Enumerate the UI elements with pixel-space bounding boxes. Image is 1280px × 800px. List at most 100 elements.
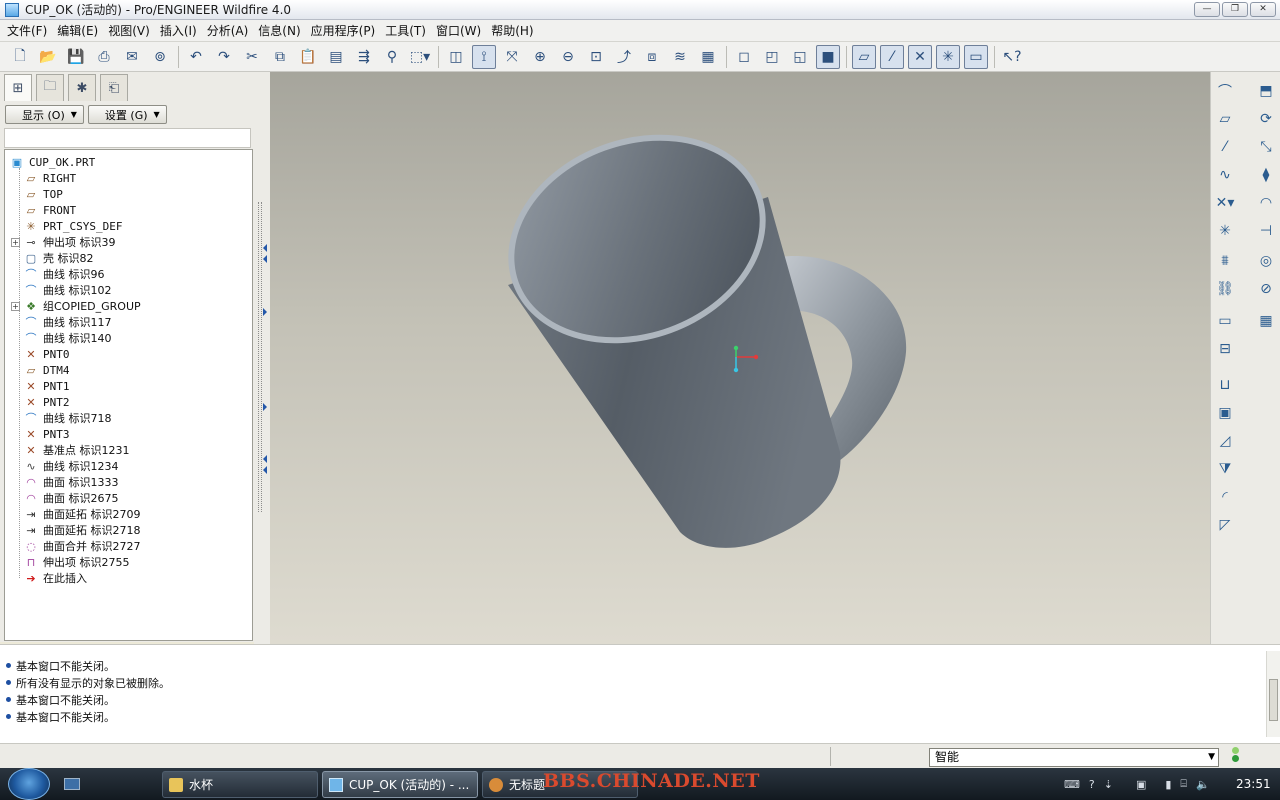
annotations-icon[interactable]: ▭ — [964, 44, 988, 69]
collapse-left-icon[interactable] — [263, 455, 267, 463]
note-tool-icon[interactable]: ▭ — [1214, 310, 1236, 332]
layout-tool-icon[interactable]: ⊟ — [1214, 338, 1236, 360]
folder-browser-tab-icon[interactable]: 🗀 — [36, 74, 64, 101]
show-desktop-icon[interactable] — [64, 774, 82, 794]
menu-insert[interactable]: 插入(I) — [157, 22, 204, 39]
datum-axis-tool-icon[interactable]: ⁄ — [1214, 136, 1236, 158]
pattern-icon[interactable]: ▦ — [1255, 310, 1277, 332]
select-box-icon[interactable]: ⬚▾ — [408, 45, 432, 69]
trim-icon[interactable]: ◎ — [1255, 250, 1277, 272]
network-icon[interactable]: ▣ — [1136, 778, 1146, 791]
taskbar-proe-button[interactable]: CUP_OK (活动的) - ... — [322, 771, 478, 798]
tree-item[interactable]: ◠ 曲面 标识1333 — [11, 474, 118, 490]
layers-icon[interactable]: ≋ — [668, 45, 692, 69]
menu-analysis[interactable]: 分析(A) — [204, 22, 256, 39]
tree-item[interactable]: ✕ PNT1 — [11, 378, 69, 394]
wireframe-icon[interactable]: ◻ — [732, 45, 756, 69]
devices-icon[interactable]: ⌸ — [1180, 777, 1187, 791]
mirror-icon[interactable]: ⊣ — [1255, 220, 1277, 242]
tree-item[interactable]: ⌒ 曲线 标识96 — [11, 266, 105, 282]
tree-item[interactable]: ⌒ 曲线 标识102 — [11, 282, 112, 298]
expand-toggle-icon[interactable]: + — [11, 237, 20, 247]
scrollbar-thumb[interactable] — [1269, 679, 1278, 721]
expand-toggle-icon[interactable]: + — [11, 301, 20, 311]
tree-item[interactable]: + ❖ 组COPIED_GROUP — [11, 298, 141, 314]
close-button[interactable]: ✕ — [1250, 2, 1276, 17]
orient-mode-icon[interactable]: ⤧ — [500, 45, 524, 69]
tree-item[interactable]: ✕ 基准点 标识1231 — [11, 442, 129, 458]
maximize-button[interactable]: ❐ — [1222, 2, 1248, 17]
shell-tool-icon[interactable]: ▣ — [1214, 402, 1236, 424]
merge-tool-icon[interactable]: ⊘ — [1255, 278, 1277, 300]
help-icon[interactable]: ? — [1089, 778, 1095, 791]
settings-dropdown[interactable]: 设置 (G) ▼ — [87, 105, 167, 124]
taskbar-folder-button[interactable]: 水杯 — [162, 771, 318, 798]
menu-view[interactable]: 视图(V) — [105, 22, 157, 39]
tree-item[interactable]: ▱ RIGHT — [11, 170, 76, 186]
email-icon[interactable]: ✉ — [120, 45, 144, 69]
save-icon[interactable]: 💾 — [64, 45, 88, 69]
print-icon[interactable]: ⎙ — [92, 45, 116, 69]
zoom-in-icon[interactable]: ⊕ — [528, 45, 552, 69]
tree-item[interactable]: ✳ PRT_CSYS_DEF — [11, 218, 122, 234]
model-tree-tab-icon[interactable]: ⊞ — [4, 74, 32, 101]
refit-icon[interactable]: ⊡ — [584, 45, 608, 69]
show-dropdown[interactable]: 显示 (O) ▼ — [5, 105, 84, 124]
blend-icon[interactable]: ⧫ — [1255, 164, 1277, 186]
zoom-out-icon[interactable]: ⊖ — [556, 45, 580, 69]
draft-icon[interactable]: ⧩ — [1214, 458, 1236, 480]
reorient-icon[interactable]: ⤴ — [612, 45, 636, 69]
round-icon[interactable]: ◜ — [1214, 486, 1236, 508]
email-link-icon[interactable]: ⊚ — [148, 45, 172, 69]
csys-tool-icon[interactable]: ✳ — [1214, 220, 1236, 242]
extrude-icon[interactable]: ⬒ — [1255, 80, 1277, 102]
rib-icon[interactable]: ◿ — [1214, 430, 1236, 452]
menu-tools[interactable]: 工具(T) — [382, 22, 433, 39]
tree-item[interactable]: ◠ 曲面 标识2675 — [11, 490, 118, 506]
cup-model[interactable] — [270, 72, 1210, 644]
menu-help[interactable]: 帮助(H) — [488, 22, 540, 39]
curve-analysis-icon[interactable]: ⌒ — [1214, 80, 1236, 102]
view-manager-icon[interactable]: ▦ — [696, 45, 720, 69]
tree-item[interactable]: ➔ 在此插入 — [11, 570, 87, 586]
expand-right-icon[interactable] — [263, 403, 267, 411]
saved-views-icon[interactable]: ⧈ — [640, 45, 664, 69]
tree-item[interactable]: ⇥ 曲面延拓 标识2709 — [11, 506, 140, 522]
tree-item[interactable]: + ⊸ 伸出项 标识39 — [11, 234, 116, 250]
menu-window[interactable]: 窗口(W) — [433, 22, 488, 39]
tree-item[interactable]: ∿ 曲线 标识1234 — [11, 458, 118, 474]
tree-item[interactable]: ▣ CUP_OK.PRT — [9, 154, 95, 170]
spin-center-icon[interactable]: ⟟ — [472, 44, 496, 69]
panel-splitter[interactable] — [254, 72, 270, 644]
menu-applications[interactable]: 应用程序(P) — [308, 22, 383, 39]
volume-icon[interactable]: 🔈 — [1196, 778, 1210, 791]
datum-planes-icon[interactable]: ▱ — [852, 44, 876, 69]
tree-item[interactable]: ▱ DTM4 — [11, 362, 70, 378]
tree-item[interactable]: ⌒ 曲线 标识718 — [11, 410, 112, 426]
graphics-viewport[interactable] — [270, 72, 1210, 644]
datum-point-tool-icon[interactable]: ✕▾ — [1214, 192, 1236, 214]
tree-item[interactable]: ⌒ 曲线 标识117 — [11, 314, 112, 330]
battery-icon[interactable]: ▮ — [1165, 778, 1171, 791]
favorites-tab-icon[interactable]: ✱ — [68, 74, 96, 101]
tree-item[interactable]: ▢ 壳 标识82 — [11, 250, 94, 266]
collapse-left-icon[interactable] — [263, 244, 267, 252]
datum-axes-icon[interactable]: ⁄ — [880, 44, 904, 69]
tray-arrow-icon[interactable]: ⇣ — [1104, 778, 1113, 791]
tree-item[interactable]: ⇥ 曲面延拓 标识2718 — [11, 522, 140, 538]
collapse-left-icon[interactable] — [263, 466, 267, 474]
hidden-line-icon[interactable]: ◰ — [760, 45, 784, 69]
datum-plane-tool-icon[interactable]: ▱ — [1214, 108, 1236, 130]
keyboard-icon[interactable]: ⌨ — [1064, 778, 1080, 791]
tree-item[interactable]: ✕ PNT0 — [11, 346, 69, 362]
chamfer-icon[interactable]: ◸ — [1214, 514, 1236, 536]
shading-icon[interactable]: ■ — [816, 44, 840, 69]
message-scrollbar[interactable] — [1266, 651, 1280, 737]
tree-item[interactable]: ▱ FRONT — [11, 202, 76, 218]
connections-tab-icon[interactable]: ⎗ — [100, 74, 128, 101]
paste-icon[interactable]: 📋 — [296, 45, 320, 69]
menu-file[interactable]: 文件(F) — [4, 22, 54, 39]
whats-this-icon[interactable]: ↖? — [1000, 45, 1024, 69]
redo-icon[interactable]: ↷ — [212, 45, 236, 69]
sketch-curve-tool-icon[interactable]: ∿ — [1214, 164, 1236, 186]
